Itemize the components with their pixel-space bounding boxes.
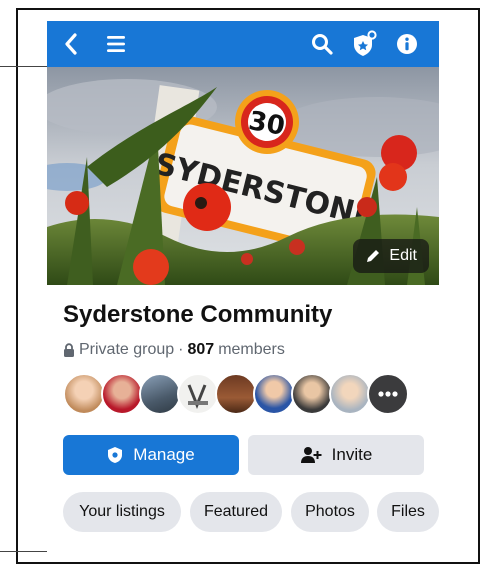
member-avatars[interactable] bbox=[63, 373, 413, 415]
group-meta: Private group · 807 members bbox=[63, 341, 285, 359]
avatar[interactable] bbox=[253, 373, 295, 415]
shield-icon bbox=[108, 447, 123, 463]
group-name: Syderstone Community bbox=[63, 301, 333, 328]
privacy-label: Private group bbox=[79, 341, 175, 358]
avatar[interactable] bbox=[177, 373, 219, 415]
group-tabs: Your listings Featured Photos Files bbox=[63, 492, 439, 532]
info-icon bbox=[397, 34, 417, 54]
tab-your-listings[interactable]: Your listings bbox=[63, 492, 181, 532]
manage-button[interactable]: Manage bbox=[63, 435, 239, 475]
manage-label: Manage bbox=[133, 445, 195, 464]
invite-button[interactable]: Invite bbox=[248, 435, 424, 475]
hamburger-menu-icon bbox=[107, 36, 125, 52]
cover-photo: SYDERSTONE 30 Edit bbox=[47, 67, 439, 285]
avatar[interactable] bbox=[215, 373, 257, 415]
menu-button[interactable] bbox=[103, 21, 129, 67]
info-button[interactable] bbox=[393, 21, 421, 67]
group-page: SYDERSTONE 30 Edit Syderstone Community … bbox=[47, 21, 439, 551]
edit-label: Edit bbox=[389, 247, 417, 264]
invite-label: Invite bbox=[331, 445, 373, 464]
meta-separator: · bbox=[178, 341, 184, 358]
avatar[interactable] bbox=[139, 373, 181, 415]
tab-photos[interactable]: Photos bbox=[291, 492, 369, 532]
search-icon bbox=[312, 34, 333, 55]
top-navigation-bar bbox=[47, 21, 439, 67]
tab-files[interactable]: Files bbox=[377, 492, 439, 532]
back-button[interactable] bbox=[59, 21, 83, 67]
frame-tick-left-bottom bbox=[0, 551, 47, 552]
chevron-left-icon bbox=[65, 33, 77, 55]
member-count: 807 bbox=[187, 341, 215, 358]
avatar[interactable] bbox=[63, 373, 105, 415]
speed-limit-text: 30 bbox=[246, 106, 287, 142]
admin-tools-button[interactable] bbox=[349, 21, 379, 67]
pencil-icon bbox=[367, 250, 380, 262]
tab-featured[interactable]: Featured bbox=[190, 492, 282, 532]
frame-tick-left bbox=[0, 66, 47, 67]
edit-cover-button[interactable]: Edit bbox=[353, 239, 429, 273]
lock-icon bbox=[64, 343, 74, 357]
shield-badge-icon bbox=[354, 30, 377, 56]
search-button[interactable] bbox=[307, 21, 337, 67]
more-members-avatar[interactable] bbox=[367, 373, 409, 415]
member-label: members bbox=[218, 341, 285, 358]
avatar[interactable] bbox=[291, 373, 333, 415]
add-person-icon bbox=[300, 447, 322, 463]
avatar[interactable] bbox=[329, 373, 371, 415]
more-dots-icon bbox=[378, 391, 398, 397]
avatar[interactable] bbox=[101, 373, 143, 415]
